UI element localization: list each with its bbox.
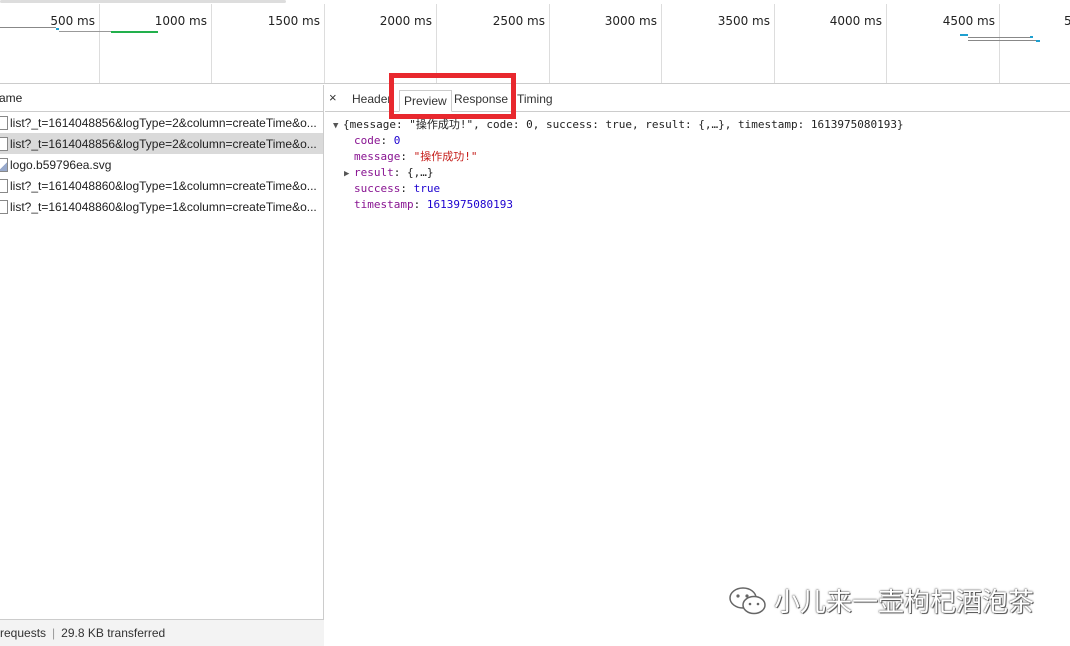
timeline-waterfall-bar <box>56 28 59 30</box>
json-value: 0 <box>393 134 401 147</box>
timeline-waterfall-bar <box>960 34 968 36</box>
tab-response[interactable]: Response <box>450 88 512 110</box>
request-row[interactable]: list?_t=1614048856&logType=2&column=crea… <box>0 112 323 133</box>
status-separator: | <box>52 626 56 640</box>
request-row[interactable]: list?_t=1614048860&logType=1&column=crea… <box>0 196 323 217</box>
json-property: message: "操作成功!" <box>354 150 478 163</box>
timeline-tick-label: 3000 ms <box>604 14 657 28</box>
json-key: result <box>354 166 394 179</box>
timeline-overview[interactable]: 500 ms 1000 ms 1500 ms 2000 ms 2500 ms 3… <box>0 0 1070 84</box>
timeline-waterfall-bar <box>111 31 158 33</box>
request-name: logo.b59796ea.svg <box>10 157 112 172</box>
timeline-scroll-thumb[interactable] <box>0 0 286 3</box>
json-summary: {message: "操作成功!", code: 0, success: tru… <box>343 118 904 131</box>
timeline-tick-label: 2500 ms <box>492 14 545 28</box>
json-property: timestamp: 1613975080193 <box>354 198 513 211</box>
request-name: list?_t=1614048860&logType=1&column=crea… <box>10 178 317 193</box>
json-value: {,…} <box>407 166 434 179</box>
timeline-waterfall-bar <box>59 31 111 32</box>
document-icon <box>0 136 8 151</box>
network-status-bar: requests | 29.8 KB transferred <box>0 619 324 646</box>
timeline-tick-label: 5 <box>1064 14 1070 28</box>
timeline-tick: 4000 ms <box>775 4 887 83</box>
name-column-header[interactable]: ame <box>0 85 323 112</box>
timeline-tick-label: 2000 ms <box>379 14 432 28</box>
json-value: true <box>413 182 441 195</box>
json-key: code <box>354 134 381 147</box>
close-icon[interactable]: × <box>329 90 337 105</box>
json-property-expandable[interactable]: ▶ result: {,…} <box>325 165 1070 181</box>
expand-down-icon[interactable]: ▼ <box>333 118 343 134</box>
timeline-tick-label: 4500 ms <box>942 14 995 28</box>
timeline-waterfall-bar <box>0 27 56 28</box>
tab-timing[interactable]: Timing <box>513 88 557 110</box>
tab-preview[interactable]: Preview <box>399 90 452 112</box>
json-root-row[interactable]: ▼ {message: "操作成功!", code: 0, success: tr… <box>325 117 1070 133</box>
request-name: list?_t=1614048860&logType=1&column=crea… <box>10 199 317 214</box>
request-row-selected[interactable]: list?_t=1614048856&logType=2&column=crea… <box>0 133 323 154</box>
timeline-waterfall-bar <box>1030 36 1033 38</box>
timeline-tick-label: 4000 ms <box>829 14 882 28</box>
request-name: list?_t=1614048856&logType=2&column=crea… <box>10 115 317 130</box>
request-row[interactable]: list?_t=1614048860&logType=1&column=crea… <box>0 175 323 196</box>
timeline-tick: 3500 ms <box>662 4 775 83</box>
watermark: 小儿来一壶枸杞酒泡茶 <box>728 582 1034 619</box>
timeline-tick: 3000 ms <box>550 4 662 83</box>
timeline-waterfall-bar <box>1036 40 1040 42</box>
name-column-label: ame <box>0 91 23 105</box>
timeline-tick-label: 1500 ms <box>267 14 320 28</box>
json-value: 1613975080193 <box>426 198 513 211</box>
expand-right-icon[interactable]: ▶ <box>344 166 354 182</box>
request-detail-pane: × Header Preview Response Timing ▼ {messa… <box>325 73 1070 646</box>
timeline-tick-label: 1000 ms <box>154 14 207 28</box>
timeline-tick: 4500 ms <box>887 4 1000 83</box>
request-name: list?_t=1614048856&logType=2&column=crea… <box>10 136 317 151</box>
timeline-tick: 2500 ms <box>437 4 550 83</box>
transferred-size: 29.8 KB transferred <box>61 626 166 640</box>
json-value: "操作成功!" <box>413 150 478 163</box>
timeline-tick: 1500 ms <box>212 4 325 83</box>
timeline-tick-label: 500 ms <box>50 14 95 28</box>
timeline-tick: 2000 ms <box>325 4 437 83</box>
request-list-pane: ame list?_t=1614048856&logType=2&column=… <box>0 85 324 646</box>
document-icon <box>0 178 8 193</box>
json-property: code: 0 <box>354 134 401 147</box>
json-key: success <box>354 182 401 195</box>
document-icon <box>0 199 8 214</box>
watermark-text: 小儿来一壶枸杞酒泡茶 <box>774 588 1035 618</box>
timeline-waterfall-bar <box>968 40 1036 41</box>
timeline-waterfall-bar <box>968 37 1032 38</box>
json-key: message <box>354 150 401 163</box>
json-preview: ▼ {message: "操作成功!", code: 0, success: tr… <box>325 112 1070 213</box>
json-property: success: true <box>354 182 441 195</box>
timeline-tick: 1000 ms <box>100 4 212 83</box>
request-row[interactable]: logo.b59796ea.svg <box>0 154 323 175</box>
document-icon <box>0 115 8 130</box>
tab-headers[interactable]: Header <box>348 88 395 110</box>
detail-tabbar: × Header Preview Response Timing <box>325 73 1070 119</box>
timeline-tick: 500 ms <box>0 4 100 83</box>
timeline-tick-label: 3500 ms <box>717 14 770 28</box>
request-count: requests <box>0 626 47 640</box>
json-key: timestamp <box>354 198 414 211</box>
image-file-icon <box>0 157 8 172</box>
wechat-icon <box>729 586 766 614</box>
timeline-tick: 5 <box>1000 4 1070 83</box>
